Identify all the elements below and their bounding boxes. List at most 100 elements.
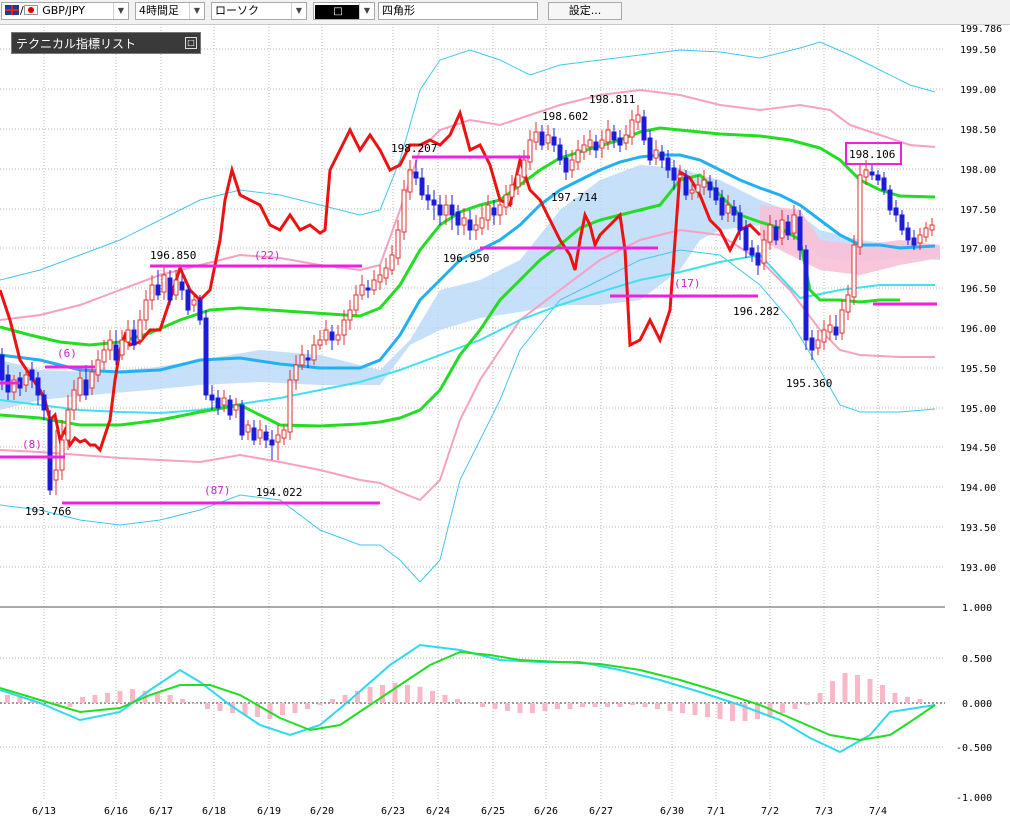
macd-histogram-bar (817, 693, 823, 703)
price-tick-label: 194.00 (960, 483, 996, 494)
price-tick-label: 198.00 (960, 165, 996, 176)
annotation-label: 194.022 (256, 486, 302, 499)
chevron-down-icon[interactable]: ▼ (291, 3, 306, 19)
candle-body (569, 159, 575, 171)
candle-body (509, 184, 515, 198)
candle-body (563, 157, 569, 173)
candle-body (161, 274, 167, 293)
macd-histogram-bar (280, 703, 285, 715)
candle-body (641, 116, 647, 141)
candle-body (377, 274, 383, 283)
candle-body (479, 217, 485, 229)
macd-tick-label: -1.000 (956, 793, 992, 804)
macd-histogram-bar (105, 693, 110, 703)
macd-histogram-bar (805, 703, 810, 705)
candle-body (815, 339, 821, 349)
annotation-label: (17) (674, 277, 701, 290)
candle-body (827, 324, 833, 333)
macd-histogram-bar (617, 703, 623, 707)
candle-body (137, 319, 143, 341)
candle-body (635, 114, 641, 123)
candle-body (269, 439, 275, 446)
candle-body (497, 204, 503, 216)
macd-histogram-bar (517, 703, 523, 713)
candle-body (443, 204, 449, 216)
candle-body (413, 171, 419, 179)
annotation-label: (87) (204, 484, 231, 497)
candle-body (755, 252, 761, 266)
candle-body (251, 427, 257, 441)
currency-pair-select[interactable]: / GBP/JPY ▼ (1, 2, 129, 20)
technical-indicator-list[interactable]: テクニカル指標リスト □ (11, 32, 201, 54)
candle-body (689, 189, 695, 194)
date-tick-label: 6/25 (481, 806, 505, 817)
candle-body (749, 247, 755, 256)
macd-histogram-bar (892, 693, 898, 703)
candle-body (809, 337, 815, 351)
candle-body (209, 394, 215, 401)
candle-body (773, 226, 779, 241)
macd-histogram-bar (80, 697, 85, 703)
macd-histogram-bar (430, 691, 435, 703)
candle-body (191, 299, 197, 306)
candle-body (143, 299, 149, 321)
candle-body (29, 369, 35, 381)
price-axis: 199.786 199.50 199.00 198.50 198.00 197.50 197… (960, 24, 1002, 574)
annotation-label: (6) (57, 347, 77, 360)
date-tick-label: 6/16 (104, 806, 128, 817)
candle-body (125, 329, 131, 343)
date-tick-label: 6/30 (660, 806, 684, 817)
candle-body (593, 141, 599, 151)
macd-tick-label: 1.000 (962, 603, 992, 614)
date-tick-label: 7/1 (707, 806, 725, 817)
candle-body (431, 199, 437, 206)
candle-body (761, 239, 767, 264)
annotation-label: 198.106 (849, 148, 895, 161)
macd-histogram-bar (480, 703, 485, 707)
candle-body (185, 289, 191, 311)
macd-histogram-bar (880, 685, 885, 703)
candle-body (287, 379, 293, 433)
candle-body (743, 227, 749, 251)
candle-body (779, 219, 785, 239)
shape-tool-field[interactable]: 四角形 (378, 2, 538, 20)
date-tick-label: 6/19 (257, 806, 281, 817)
candle-body (515, 174, 521, 188)
candle-body (713, 187, 719, 201)
macd-histogram-bar (842, 673, 848, 703)
timeframe-select[interactable]: 4時間足 ▼ (135, 2, 205, 20)
settings-button[interactable]: 設定... (548, 2, 622, 20)
candle-body (617, 137, 623, 146)
macd-histogram-bar (67, 703, 73, 707)
macd-histogram-bar (567, 703, 573, 709)
candle-body (893, 207, 899, 216)
candle-style-icon: □ (315, 5, 361, 19)
candle-body (557, 144, 563, 161)
date-tick-label: 7/4 (869, 806, 887, 817)
candle-body (845, 294, 851, 313)
maximize-icon[interactable]: □ (185, 37, 197, 49)
candle-body (89, 371, 95, 389)
macd-histogram-bar (505, 703, 510, 711)
macd-histogram-bar (455, 699, 460, 703)
macd-histogram-bar (5, 695, 10, 703)
candle-body (821, 329, 827, 343)
date-tick-label: 7/2 (761, 806, 779, 817)
chevron-down-icon[interactable]: ▼ (189, 3, 204, 19)
date-tick-label: 6/27 (589, 806, 613, 817)
candle-style-select[interactable]: □ ▼ (313, 2, 375, 20)
macd-histogram-bar (917, 699, 923, 703)
candle-body (539, 131, 545, 146)
candle-body (275, 434, 281, 443)
macd-histogram-bar (217, 703, 223, 711)
chevron-down-icon[interactable]: ▼ (359, 3, 374, 19)
chart-area[interactable]: 193.766 196.850 (22) 194.022 (87) 198.20… (0, 24, 1010, 819)
macd-histogram-bar (705, 703, 710, 717)
chart-type-select[interactable]: ローソク ▼ (211, 2, 307, 20)
candle-body (179, 281, 185, 291)
uk-flag-icon (5, 5, 19, 15)
chevron-down-icon[interactable]: ▼ (113, 3, 128, 19)
candle-body (905, 227, 911, 241)
candle-body (203, 317, 209, 396)
candle-body (329, 331, 335, 341)
